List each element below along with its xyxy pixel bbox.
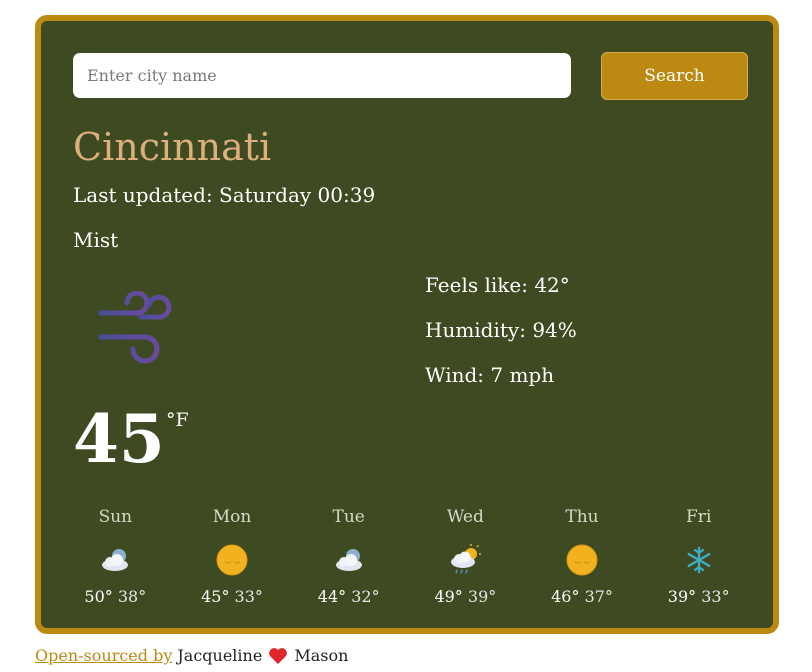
author-name: Mason	[294, 646, 349, 665]
forecast-row: Sun 50° 38° Mon 45° 33° Tue 44° 32° Wed …	[57, 503, 757, 613]
forecast-day-name: Sun	[98, 507, 133, 527]
forecast-day: Mon 45° 33°	[174, 503, 291, 613]
forecast-day: Wed 49° 39°	[407, 503, 524, 613]
search-button[interactable]: Search	[601, 52, 748, 100]
rain-sun-icon	[451, 544, 482, 574]
moon-icon	[566, 544, 598, 576]
weather-condition: Mist	[73, 228, 119, 252]
forecast-day-name: Tue	[332, 507, 365, 527]
forecast-low: 32°	[351, 587, 380, 606]
footer: Open-sourced by Jacqueline Mason	[35, 646, 348, 665]
feels-like: Feels like: 42°	[425, 273, 570, 297]
heart-icon	[269, 647, 288, 664]
forecast-low: 38°	[117, 587, 147, 606]
forecast-day: Fri 39° 33°	[640, 503, 757, 613]
forecast-day-name: Fri	[686, 507, 712, 527]
city-search-input[interactable]	[73, 53, 571, 98]
partly-cloudy-night-icon	[335, 549, 362, 571]
last-updated: Last updated: Saturday 00:39	[73, 183, 376, 207]
forecast-high: 44°	[317, 587, 347, 606]
moon-icon	[216, 544, 248, 576]
forecast-low: 39°	[467, 587, 497, 606]
weather-card: Search Cincinnati Last updated: Saturday…	[35, 15, 779, 634]
forecast-day: Thu 46° 37°	[524, 503, 641, 613]
author-name: Jacqueline	[177, 646, 263, 665]
current-temperature: 45	[73, 400, 165, 478]
forecast-high: 46°	[551, 587, 580, 606]
temperature-unit[interactable]: °F	[166, 409, 189, 431]
forecast-low: 33°	[234, 587, 263, 606]
forecast-day: Sun 50° 38°	[57, 503, 174, 613]
partly-cloudy-night-icon	[102, 549, 129, 571]
forecast-low: 37°	[584, 587, 613, 606]
snowflake-icon	[687, 546, 711, 574]
wind: Wind: 7 mph	[425, 363, 555, 387]
forecast-day-name: Mon	[212, 507, 252, 527]
forecast-high: 49°	[434, 587, 463, 606]
open-source-link[interactable]: Open-sourced by	[35, 646, 172, 665]
forecast-high: 50°	[84, 587, 113, 606]
forecast-low: 33°	[701, 587, 730, 606]
forecast-high: 39°	[667, 587, 697, 606]
forecast-day-name: Thu	[565, 507, 599, 527]
mist-icon	[98, 291, 172, 364]
humidity: Humidity: 94%	[425, 318, 577, 342]
forecast-day: Tue 44° 32°	[290, 503, 407, 613]
forecast-high: 45°	[201, 587, 230, 606]
forecast-day-name: Wed	[446, 507, 484, 527]
city-name: Cincinnati	[73, 125, 272, 169]
